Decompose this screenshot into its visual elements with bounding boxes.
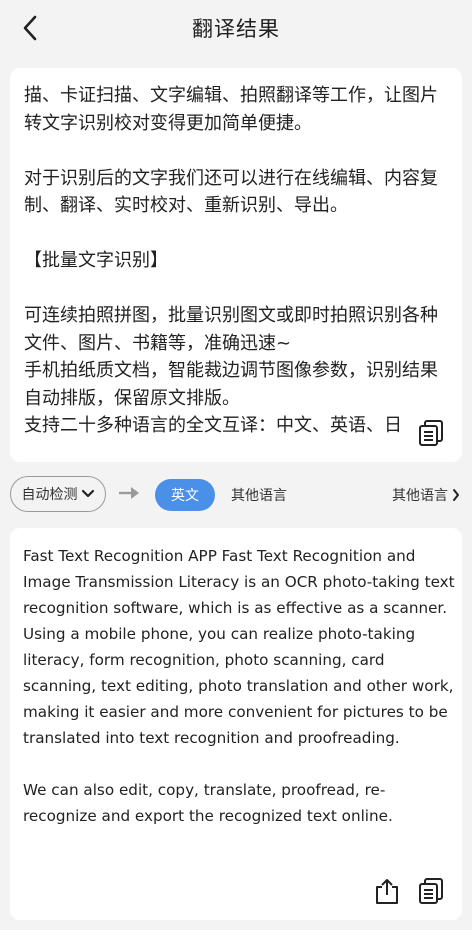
top-bar: 翻译结果 [0,0,472,58]
target-language-english[interactable]: 英文 [155,479,215,511]
source-text[interactable]: 描、卡证扫描、文字编辑、拍照翻译等工作，让图片转文字识别校对变得更加简单便捷。 … [24,82,444,440]
share-button[interactable] [372,876,402,906]
source-language-select[interactable]: 自动检测 [10,476,106,512]
more-languages-button[interactable]: 其他语言 [392,485,460,505]
target-language-other[interactable]: 其他语言 [231,485,287,505]
translated-text[interactable]: Fast Text Recognition APP Fast Text Reco… [23,543,455,829]
copy-icon [419,878,443,904]
chevron-down-icon [81,489,94,498]
more-languages-label: 其他语言 [392,488,448,504]
copy-source-button[interactable] [416,418,446,448]
page-title: 翻译结果 [192,17,280,41]
source-text-card: 描、卡证扫描、文字编辑、拍照翻译等工作，让图片转文字识别校对变得更加简单便捷。 … [10,68,462,462]
language-bar: 自动检测 英文 其他语言 其他语言 [0,472,472,518]
copy-icon [419,420,443,446]
arrow-right-icon [119,487,139,499]
share-icon [376,879,398,904]
chevron-right-icon [453,489,459,501]
copy-translation-button[interactable] [416,876,446,906]
source-language-label: 自动检测 [21,487,78,503]
translation-card: Fast Text Recognition APP Fast Text Reco… [10,528,462,920]
